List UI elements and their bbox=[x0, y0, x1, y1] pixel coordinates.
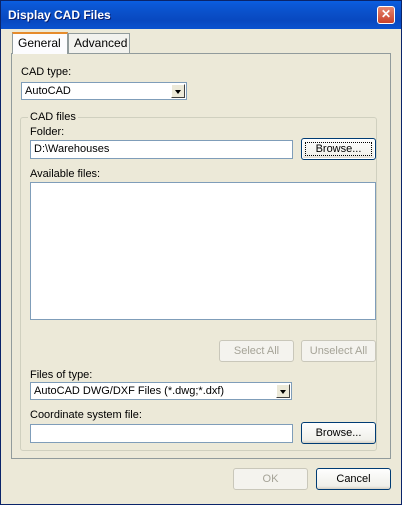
cad-type-label: CAD type: bbox=[21, 66, 72, 78]
tab-general-label: General bbox=[18, 36, 61, 50]
browse-coord-button[interactable]: Browse... bbox=[301, 422, 376, 444]
cancel-button[interactable]: Cancel bbox=[316, 468, 391, 490]
cad-type-dropdown[interactable]: AutoCAD bbox=[21, 82, 187, 100]
close-button[interactable]: ✕ bbox=[377, 6, 395, 24]
ok-label: OK bbox=[262, 473, 279, 485]
unselect-all-label: Unselect All bbox=[309, 345, 368, 357]
folder-input[interactable]: D:\Warehouses bbox=[30, 140, 293, 159]
available-files-list[interactable] bbox=[30, 182, 376, 320]
select-all-button[interactable]: Select All bbox=[219, 340, 294, 362]
cancel-label: Cancel bbox=[336, 473, 371, 485]
available-files-label: Available files: bbox=[30, 168, 101, 180]
general-tab-panel: CAD type: AutoCAD CAD files Folder: D:\W… bbox=[11, 53, 391, 459]
cad-type-value: AutoCAD bbox=[25, 85, 71, 97]
coord-file-input[interactable] bbox=[30, 424, 293, 443]
close-icon: ✕ bbox=[380, 7, 392, 21]
dialog-window: Display CAD Files ✕ General Advanced CAD… bbox=[0, 0, 402, 505]
folder-label: Folder: bbox=[30, 126, 65, 138]
files-of-type-label: Files of type: bbox=[30, 369, 93, 381]
cad-files-group-title: CAD files bbox=[28, 111, 78, 123]
title-bar[interactable]: Display CAD Files ✕ bbox=[1, 1, 401, 29]
files-of-type-dropdown[interactable]: AutoCAD DWG/DXF Files (*.dwg;*.dxf) bbox=[30, 382, 292, 400]
folder-value: D:\Warehouses bbox=[34, 143, 110, 155]
ok-button[interactable]: OK bbox=[233, 468, 308, 490]
tab-advanced-label: Advanced bbox=[74, 36, 128, 50]
browse-folder-button[interactable]: Browse... bbox=[301, 138, 376, 160]
files-of-type-value: AutoCAD DWG/DXF Files (*.dwg;*.dxf) bbox=[34, 385, 225, 397]
window-title: Display CAD Files bbox=[8, 8, 111, 22]
chevron-down-icon[interactable] bbox=[276, 384, 290, 398]
select-all-label: Select All bbox=[233, 345, 280, 357]
browse-coord-label: Browse... bbox=[315, 427, 362, 439]
focus-rectangle bbox=[305, 142, 372, 156]
tab-general[interactable]: General bbox=[12, 32, 68, 54]
unselect-all-button[interactable]: Unselect All bbox=[301, 340, 376, 362]
tab-advanced[interactable]: Advanced bbox=[68, 33, 130, 53]
coord-file-label: Coordinate system file: bbox=[30, 409, 142, 421]
chevron-down-icon[interactable] bbox=[171, 84, 185, 98]
